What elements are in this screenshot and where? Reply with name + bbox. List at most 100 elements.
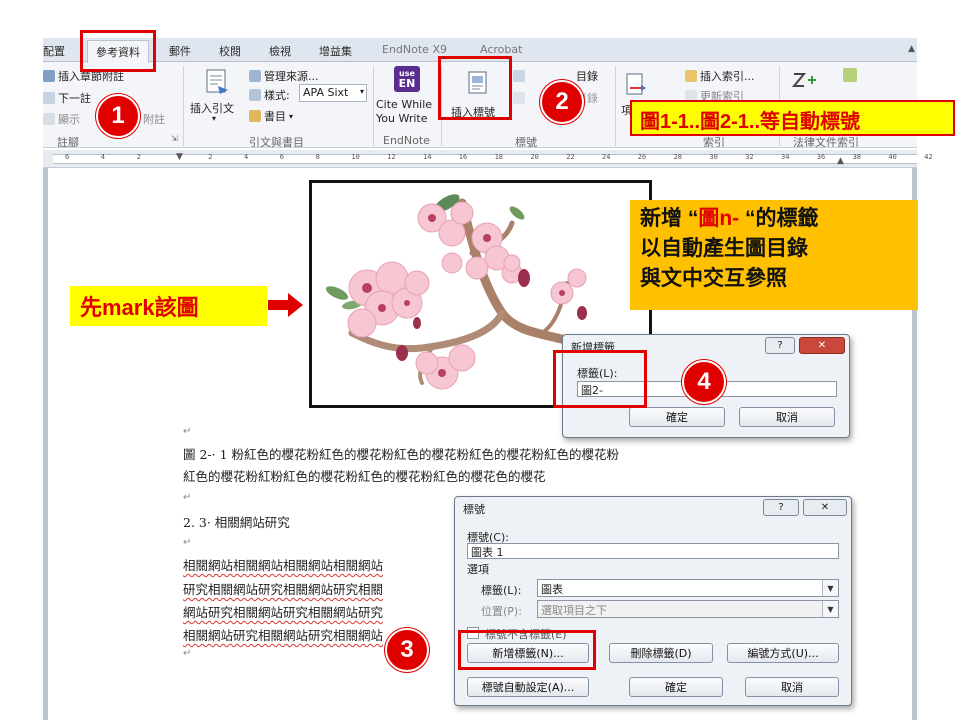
arrow-right-icon <box>268 293 303 317</box>
ribbon-separator <box>615 66 616 146</box>
endnote-group-label: EndNote <box>383 134 430 147</box>
citations-group-label: 引文與書目 <box>249 136 304 148</box>
cite-while-you-write-button[interactable]: use EN Cite While You Write <box>376 64 436 130</box>
help-button[interactable]: ? <box>765 337 795 354</box>
step-badge-4: 4 <box>682 360 726 404</box>
ok-button[interactable]: 確定 <box>629 677 723 697</box>
label-select-label: 標籤(L): <box>481 584 522 597</box>
label-select[interactable]: 圖表 ▼ <box>537 579 839 597</box>
tab-acrobat[interactable]: Acrobat <box>480 43 522 56</box>
tab-review[interactable]: 校閱 <box>219 43 241 59</box>
cancel-button[interactable]: 取消 <box>745 677 839 697</box>
ruler-number: 16 <box>458 153 468 161</box>
mark-entry-icon <box>626 73 646 95</box>
autocaption-button[interactable]: 標號自動設定(A)... <box>467 677 589 697</box>
highlight-label-input <box>553 350 647 408</box>
ruler-number: 40 <box>888 153 897 161</box>
indent-marker-icon[interactable]: ▼ <box>176 152 183 162</box>
ruler-number: 38 <box>852 153 862 161</box>
new-label-callout: 新增 “圖n- “的標籤 以自動產生圖目錄 與文中交互參照 <box>630 200 918 310</box>
footnotes-dialog-launcher-icon[interactable]: ⇲ <box>171 134 178 143</box>
help-icon: ? <box>778 502 784 513</box>
highlight-references-tab <box>80 30 156 72</box>
ruler-number: 34 <box>781 153 790 161</box>
step-badge-3: 3 <box>385 628 429 672</box>
table-of-figures-icon <box>513 70 525 82</box>
close-button[interactable]: ✕ <box>803 499 847 516</box>
show-notes-tail: 附註 <box>143 113 165 126</box>
ruler-number: 28 <box>673 153 683 161</box>
caption-dialog: 標號 ? ✕ 標號(C): 圖表 1 選項 標籤(L): 圖表 ▼ 位置(P):… <box>454 496 852 706</box>
style-icon <box>249 89 261 101</box>
horizontal-ruler[interactable]: 6 4 2 2 4 6 8 10 12 14 16 18 20 22 24 26 28 30 32 34 36 38 40 4… <box>43 150 933 168</box>
tab-addins[interactable]: 增益集 <box>319 43 352 59</box>
ruler-number: 6 <box>279 153 285 161</box>
style-label: 樣式: <box>249 87 290 103</box>
paragraph-mark: ↵ <box>183 537 192 548</box>
figure-caption-line-1: 圖 2-· 1 粉紅色的櫻花粉紅色的櫻花粉紅色的櫻花粉紅色的櫻花粉紅色的櫻花粉 <box>183 447 620 462</box>
caption-dialog-title: 標號 <box>463 503 485 516</box>
citation-style-select[interactable]: APA Sixt ▾ <box>299 84 367 102</box>
insert-citation-button[interactable]: 插入引文 ▾ <box>188 64 246 124</box>
tab-view[interactable]: 檢視 <box>269 43 291 59</box>
right-indent-marker-icon[interactable]: ▲ <box>837 156 844 166</box>
position-select[interactable]: 選取項目之下 ▼ <box>537 600 839 618</box>
mark-citation-button[interactable] <box>791 70 821 100</box>
close-button[interactable]: ✕ <box>799 337 845 354</box>
ruler-number: 12 <box>387 153 396 161</box>
endnote-icon <box>43 70 55 82</box>
step-badge-2: 2 <box>540 80 584 124</box>
mark-citation-icon <box>791 73 816 87</box>
new-label-callout-line-2: 以自動產生圖目錄 <box>640 237 808 260</box>
ribbon-separator <box>183 66 184 146</box>
bibliography-button[interactable]: 書目 ▾ <box>249 108 293 124</box>
ruler-number: 32 <box>745 153 754 161</box>
manage-sources-button[interactable]: 管理來源... <box>249 68 319 84</box>
next-footnote-button[interactable]: 下一註 <box>43 90 91 106</box>
ok-button[interactable]: 確定 <box>629 407 725 427</box>
new-label-callout-line-1: 新增 “圖n- “的標籤 <box>640 207 819 230</box>
chevron-down-icon: ▼ <box>822 601 838 617</box>
delete-label-button[interactable]: 刪除標籤(D) <box>609 643 713 663</box>
options-group-label: 選項 <box>467 563 489 576</box>
ruler-number: 6 <box>65 153 70 161</box>
tab-endnote[interactable]: EndNote X9 <box>382 43 447 56</box>
body-text-line: 相關網站研究相關網站研究相關網站 <box>183 628 384 643</box>
step-badge-1: 1 <box>96 94 140 138</box>
insert-index-button[interactable]: 插入索引... <box>685 68 755 84</box>
authorities-group-label: 法律文件索引 <box>793 136 859 148</box>
captions-group-label: 標號 <box>515 136 537 148</box>
manage-sources-icon <box>249 70 261 82</box>
body-text-line: 網站研究相關網站研究相關網站研究 <box>183 605 384 620</box>
ribbon-minimize-icon[interactable]: ▲ <box>908 44 915 54</box>
help-icon: ? <box>777 340 783 351</box>
caption-input[interactable]: 圖表 1 <box>467 543 839 559</box>
chevron-down-icon: ▼ <box>822 580 838 596</box>
show-notes-icon <box>43 113 55 125</box>
mark-figure-callout: 先mark該圖 <box>70 286 267 326</box>
section-heading: 2. 3· 相關網站研究 <box>183 515 290 530</box>
paragraph-mark: ↵ <box>183 426 192 437</box>
paragraph-mark: ↵ <box>183 492 192 503</box>
tab-layout[interactable]: 配置 <box>43 43 65 59</box>
ruler-number: 2 <box>136 153 141 161</box>
insert-index-icon <box>685 70 697 82</box>
ruler-number: 36 <box>816 153 826 161</box>
tab-mailings[interactable]: 郵件 <box>169 43 191 59</box>
figure-caption-line-2: 紅色的櫻花粉紅粉紅色的櫻花粉紅色的櫻花粉紅色的櫻花色的櫻花 <box>183 469 546 484</box>
ruler-number: 22 <box>566 153 575 161</box>
ruler-number: 30 <box>709 153 718 161</box>
ruler-number: 4 <box>244 153 249 161</box>
body-text-line: 研究相關網站研究相關網站研究相關 <box>183 582 384 597</box>
show-notes-button[interactable]: 顯示 <box>43 111 80 127</box>
cancel-button[interactable]: 取消 <box>739 407 835 427</box>
ruler-number: 4 <box>100 153 106 161</box>
ruler-number: 2 <box>208 153 213 161</box>
citation-icon <box>206 69 228 94</box>
next-footnote-icon <box>43 92 55 104</box>
help-button[interactable]: ? <box>763 499 799 516</box>
insert-table-of-authorities-icon[interactable] <box>843 68 857 82</box>
page-shadow-left <box>43 168 48 720</box>
ruler-number: 8 <box>315 153 320 161</box>
numbering-button[interactable]: 編號方式(U)... <box>727 643 839 663</box>
